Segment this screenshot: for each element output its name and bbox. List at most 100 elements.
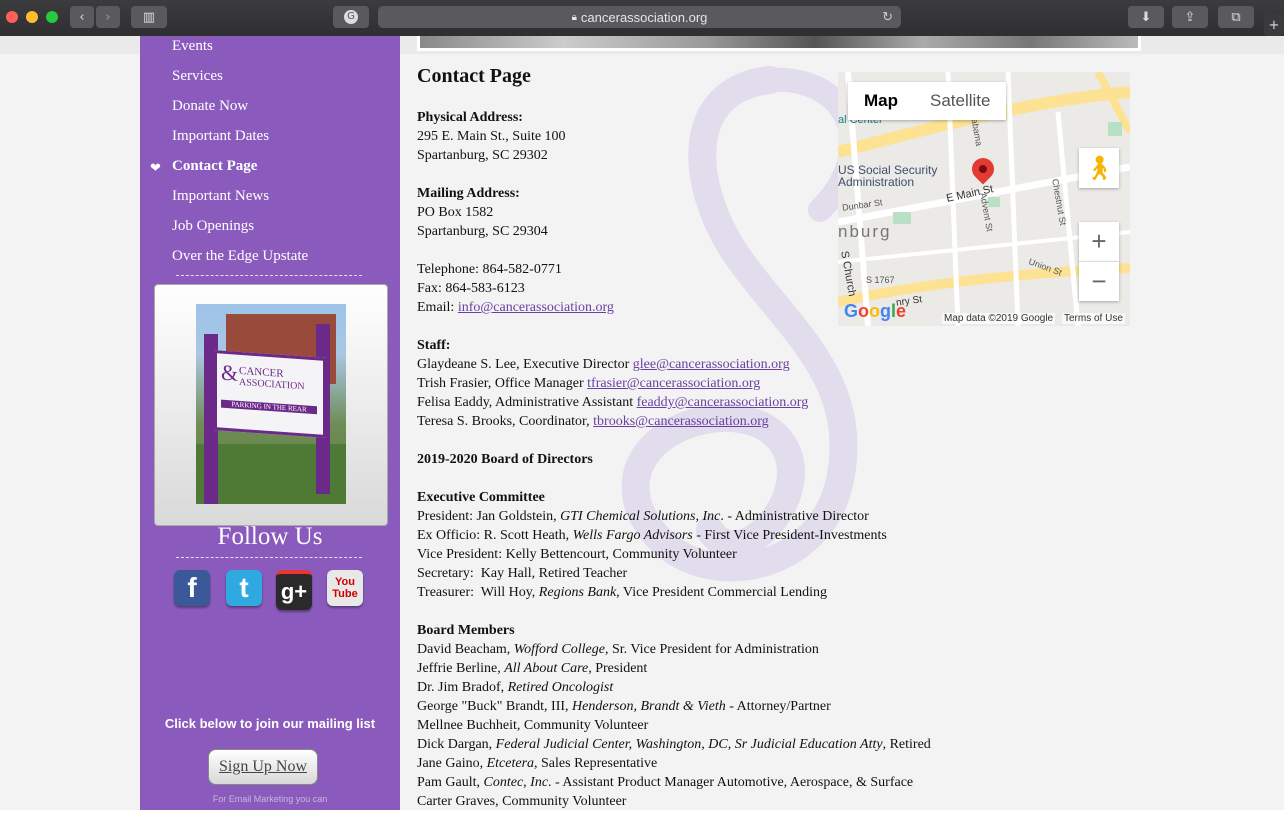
staff-email-link[interactable]: feaddy@cancerassociation.org — [637, 395, 809, 410]
plus-icon: + — [1268, 17, 1280, 33]
map-label-burg: nburg — [838, 222, 892, 241]
facebook-glyph: f — [187, 572, 197, 603]
parking-sign-photo: & CANCER ASSOCIATION PARKING IN THE REAR — [196, 304, 346, 504]
browser-toolbar: ‹ › ▥ G 🔒︎ cancerassociation.org ↻ ⬇︎ ⇪ … — [0, 0, 1284, 37]
youtube-icon[interactable]: You Tube — [327, 570, 363, 606]
reload-icon[interactable]: ↻ — [882, 9, 893, 25]
exec-text: Ex Officio: R. Scott Heath, — [417, 528, 573, 543]
google-plus-icon[interactable]: g+ — [276, 570, 312, 610]
sign-line3: PARKING IN THE REAR — [221, 399, 317, 415]
zoom-in-button[interactable]: + — [1079, 222, 1119, 262]
exec-text: Treasurer: Will Hoy, — [417, 585, 539, 600]
nav-events[interactable]: Events — [172, 38, 213, 55]
staff-row: Teresa S. Brooks, Coordinator, — [417, 414, 594, 429]
member-text: Jane Gaino, — [417, 756, 487, 771]
physical-address-heading: Physical Address: — [417, 110, 523, 125]
member-org: Etcetera — [486, 756, 535, 771]
sidebar: Events Services Donate Now Important Dat… — [140, 36, 400, 810]
email-link[interactable]: info@cancerassociation.org — [458, 300, 614, 315]
member-text: George "Buck" Brandt, III, — [417, 699, 573, 714]
map-type-satellite-button[interactable]: Satellite — [914, 82, 1006, 120]
exec-text: Secretary: Kay Hall, Retired Teacher — [417, 566, 628, 581]
youtube-glyph: You Tube — [332, 576, 358, 600]
sign-logo-icon: & — [221, 359, 239, 386]
physical-address-line1: 295 E. Main St., Suite 100 — [417, 129, 566, 144]
back-button[interactable]: ‹ — [70, 6, 94, 28]
board-members-heading: Board Members — [417, 623, 515, 638]
nav-job-openings[interactable]: Job Openings — [172, 218, 254, 235]
sidebar-toggle-button[interactable]: ▥ — [131, 6, 167, 28]
staff-email-link[interactable]: tbrooks@cancerassociation.org — [593, 414, 769, 429]
nav-divider — [176, 275, 362, 276]
telephone: Telephone: 864-582-0771 — [417, 262, 562, 277]
member-text: , Retired — [882, 737, 931, 752]
header-banner-image — [417, 36, 1141, 51]
member-text: Mellnee Buchheit, Community Volunteer — [417, 718, 649, 733]
nav-over-the-edge[interactable]: Over the Edge Upstate — [172, 248, 308, 265]
street-view-pegman-icon[interactable]: 🚶︎ — [1079, 148, 1119, 188]
sidebar-icon: ▥ — [142, 9, 156, 25]
member-text: , Sr. Vice President for Administration — [604, 642, 819, 657]
nav-important-news[interactable]: Important News — [172, 188, 269, 205]
exec-row: Vice President: Kelly Bettencourt, Commu… — [417, 547, 737, 562]
exec-org: Wells Fargo Advisors — [572, 528, 693, 543]
member-text: Jeffrie Berline, — [417, 661, 505, 676]
staff-row: Glaydeane S. Lee, Executive Director — [417, 357, 633, 372]
nav-donate-now[interactable]: Donate Now — [172, 98, 248, 115]
minimize-window-button[interactable] — [26, 11, 38, 23]
google-map[interactable]: US Social Security Administration al Cen… — [838, 72, 1130, 326]
staff-row: Felisa Eaddy, Administrative Assistant — [417, 395, 637, 410]
mailing-address-line1: PO Box 1582 — [417, 205, 494, 220]
tabs-overview-button[interactable]: ⧉ — [1218, 6, 1254, 28]
map-attribution: Map data ©2019 Google — [942, 313, 1056, 324]
map-terms-link[interactable]: Terms of Use — [1062, 313, 1125, 324]
google-logo: Google — [844, 301, 907, 321]
close-window-button[interactable] — [6, 11, 18, 23]
exec-row: Secretary: Kay Hall, Retired Teacher — [417, 566, 627, 581]
address-text: cancerassociation.org — [580, 9, 708, 25]
facebook-icon[interactable]: f — [174, 570, 210, 606]
zoom-window-button[interactable] — [46, 11, 58, 23]
member-text: President — [591, 661, 648, 676]
address-bar[interactable]: 🔒︎ cancerassociation.org ↻ — [378, 6, 901, 28]
share-icon: ⇪ — [1184, 9, 1196, 25]
physical-address-line2: Spartanburg, SC 29302 — [417, 148, 548, 163]
nav-important-dates[interactable]: Important Dates — [172, 128, 269, 145]
member-text: Pam Gault, — [417, 775, 484, 790]
zoom-out-button[interactable]: − — [1079, 262, 1119, 301]
map-label-ssa: US Social Security Administration — [838, 163, 938, 189]
downloads-button[interactable]: ⬇︎ — [1128, 6, 1164, 28]
staff-row: Trish Frasier, Office Manager — [417, 376, 588, 391]
staff-email-link[interactable]: tfrasier@cancerassociation.org — [587, 376, 760, 391]
chevron-right-icon: › — [105, 9, 111, 25]
forward-button[interactable]: › — [96, 6, 120, 28]
exec-row: President: Jan Goldstein, GTI Chemical S… — [417, 509, 869, 524]
share-button[interactable]: ⇪ — [1172, 6, 1208, 28]
member-org: Retired Oncologist — [507, 680, 614, 695]
exec-row: Treasurer: Will Hoy, Regions Bank, Vice … — [417, 585, 827, 600]
nav-contact-page[interactable]: Contact Page — [172, 158, 257, 175]
exec-org: GTI Chemical Solutions, Inc — [560, 509, 721, 524]
twitter-glyph: t — [239, 572, 249, 603]
map-type-map-button[interactable]: Map — [848, 82, 914, 120]
extension-button[interactable]: G — [333, 6, 369, 28]
mailing-address-line2: Spartanburg, SC 29304 — [417, 224, 548, 239]
twitter-icon[interactable]: t — [226, 570, 262, 606]
staff-email-link[interactable]: glee@cancerassociation.org — [633, 357, 790, 372]
download-icon: ⬇︎ — [1140, 9, 1152, 25]
follow-us-heading: Follow Us — [217, 523, 323, 550]
member-org: Federal Judicial Center, Washington, DC,… — [495, 737, 883, 752]
sign-up-button[interactable]: Sign Up Now — [208, 749, 318, 785]
new-tab-button[interactable]: + — [1264, 14, 1284, 36]
member-text: Dick Dargan, — [417, 737, 496, 752]
exec-text: Vice President: Kelly Bettencourt, Commu… — [417, 547, 737, 562]
member-text: - Attorney/Partner — [725, 699, 831, 714]
exec-text: , Vice President Commercial Lending — [616, 585, 827, 600]
member-text: , Sales Representative — [534, 756, 658, 771]
staff-heading: Staff: — [417, 338, 451, 353]
exec-text: - First Vice President-Investments — [692, 528, 887, 543]
member-text: David Beacham, — [417, 642, 514, 657]
exec-text: . - Administrative Director — [720, 509, 869, 524]
nav-services[interactable]: Services — [172, 68, 223, 85]
member-text: Dr. Jim Bradof, — [417, 680, 508, 695]
